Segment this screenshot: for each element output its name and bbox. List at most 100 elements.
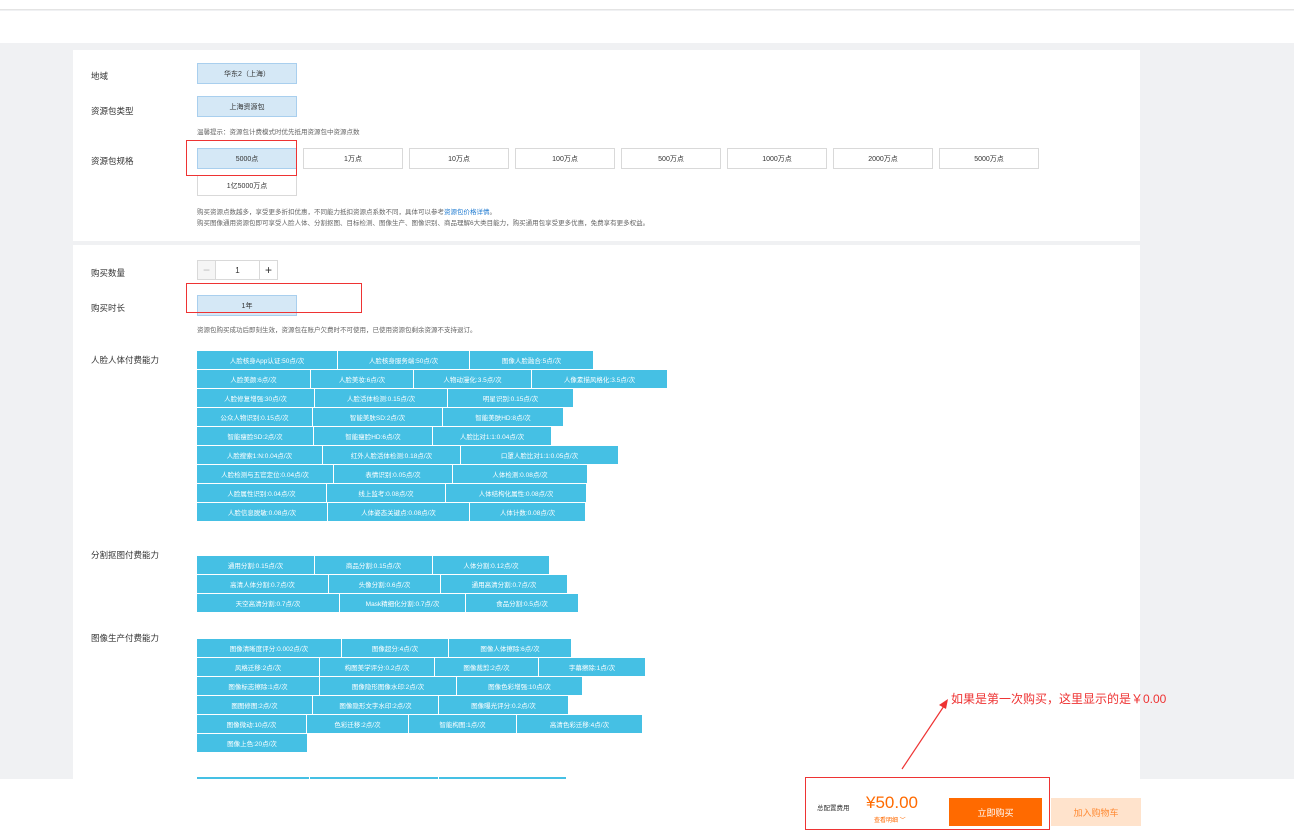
capability-tag: 线上监考:0.08点/次 xyxy=(327,484,446,502)
capability-tag: 天空高清分割:0.7点/次 xyxy=(197,594,340,612)
capability-tag: 红外人脸活体检测:0.18点/次 xyxy=(323,446,461,464)
capability-tag: 智能美肤HD:8点/次 xyxy=(443,408,564,426)
capability-tag: 公众人物识别:0.15点/次 xyxy=(197,408,313,426)
capability-tag: 人脸美颜:6点/次 xyxy=(197,370,311,388)
gen-group-label: 图像生产付费能力 xyxy=(91,633,160,643)
capability-tag: 人脸美妆:6点/次 xyxy=(311,370,414,388)
spec-option-2000w[interactable]: 2000万点 xyxy=(833,148,933,169)
capability-tag: 人脸信息脱敏:0.08点/次 xyxy=(197,503,328,521)
price-details-link[interactable]: 资源包价格详情 xyxy=(444,209,490,216)
spec-option-10w[interactable]: 10万点 xyxy=(409,148,509,169)
gen-row-1: 图像清晰度评分:0.002点/次 图像超分:4点/次 图像人体擦除:6点/次 xyxy=(197,639,572,657)
seg-row-2: 高清人体分割:0.7点/次 头像分割:0.6点/次 通用高清分割:0.7点/次 xyxy=(197,575,568,593)
face-row-5: 智能瘦脸SD:2点/次 智能瘦脸HD:6点/次 人脸比对1:1:0.04点/次 xyxy=(197,427,552,445)
capability-tag: 智能瘦脸HD:6点/次 xyxy=(314,427,433,445)
capability-tag: 表情识别:0.05点/次 xyxy=(334,465,453,483)
face-row-4: 公众人物识别:0.15点/次 智能美肤SD:2点/次 智能美肤HD:8点/次 xyxy=(197,408,564,426)
spec-note-1-prefix: 购买资源点数越多，享受更多折扣优惠，不同能力抵扣资源点系数不同，具体可以参考 xyxy=(197,209,444,216)
seg-row-1: 通用分割:0.15点/次 商品分割:0.15点/次 人体分割:0.12点/次 xyxy=(197,556,550,574)
capability-tag: 人脸核身App认证:50点/次 xyxy=(197,351,338,369)
capability-tag: 商品分割:0.15点/次 xyxy=(315,556,433,574)
face-row-3: 人脸修复增强:30点/次 人脸活体检测:0.15点/次 明星识别:0.15点/次 xyxy=(197,389,574,407)
spec-option-1w[interactable]: 1万点 xyxy=(303,148,403,169)
capability-tag: 口罩人脸比对1:1:0.05点/次 xyxy=(461,446,619,464)
capability-tag: 图像微动:10点/次 xyxy=(197,715,307,733)
capability-tag: 通用分割:0.15点/次 xyxy=(197,556,315,574)
duration-hint: 资源包购买成功后即刻生效，资源包在账户欠费时不可使用，已使用资源包剩余资源不支持… xyxy=(197,327,477,334)
pkg-type-label: 资源包类型 xyxy=(91,106,134,116)
pkg-type-hint: 温馨提示：资源包计费模式时优先抵用资源包中资源点数 xyxy=(197,129,360,136)
capability-tag: 高清色彩迁移:4点/次 xyxy=(517,715,643,733)
seg-row-3: 天空高清分割:0.7点/次 Mask精细化分割:0.7点/次 食品分割:0.5点… xyxy=(197,594,579,612)
capability-tag: 人像素描风格化:3.5点/次 xyxy=(532,370,668,388)
capability-tag: 字幕擦除:1点/次 xyxy=(539,658,646,676)
gen-row-3: 图像标志擦除:1点/次 图像隐形图像水印:2点/次 图像色彩增强:10点/次 xyxy=(197,677,583,695)
face-row-9: 人脸信息脱敏:0.08点/次 人体姿态关键点:0.08点/次 人体计数:0.08… xyxy=(197,503,586,521)
region-option-selected[interactable]: 华东2（上海） xyxy=(197,63,297,84)
spec-note-1: 购买资源点数越多，享受更多折扣优惠，不同能力抵扣资源点系数不同，具体可以参考资源… xyxy=(197,206,496,216)
capability-tag: 人脸活体检测:0.15点/次 xyxy=(315,389,448,407)
gen-row-5: 图像微动:10点/次 色彩迁移:2点/次 智能构图:1点/次 高清色彩迁移:4点… xyxy=(197,715,643,733)
capability-tag: 通用高清分割:0.7点/次 xyxy=(441,575,568,593)
capability-tag: 明星识别:0.15点/次 xyxy=(448,389,574,407)
capability-tag: 人脸修复增强:30点/次 xyxy=(197,389,315,407)
capability-tag: 人体分割:0.12点/次 xyxy=(433,556,550,574)
capability-tag: 构图美学评分:0.2点/次 xyxy=(320,658,435,676)
capability-tag: 人体结构化属性:0.08点/次 xyxy=(446,484,587,502)
region-label: 地域 xyxy=(91,71,109,81)
capability-tag: 图像上色:20点/次 xyxy=(197,734,308,752)
capability-tag: 头像分割:0.6点/次 xyxy=(329,575,441,593)
spec-option-500w[interactable]: 500万点 xyxy=(621,148,721,169)
spec-note-2: 购买图像通用资源包即可享受人脸人体、分割抠图、目标检测、图像生产、图像识别、商品… xyxy=(197,220,650,227)
capability-tag: 智能瘦脸SD:2点/次 xyxy=(197,427,314,445)
spec-option-100w[interactable]: 100万点 xyxy=(515,148,615,169)
capability-tag: 图像裁剪:2点/次 xyxy=(435,658,539,676)
minus-button[interactable]: − xyxy=(198,261,216,279)
pkg-spec-label: 资源包规格 xyxy=(91,156,134,166)
capability-tag: 食品分割:0.5点/次 xyxy=(466,594,579,612)
duration-label: 购买时长 xyxy=(91,303,126,313)
capability-tag: 人体计数:0.08点/次 xyxy=(470,503,586,521)
capability-tag: 人物动漫化:3.5点/次 xyxy=(414,370,532,388)
package-config-card: 地域 华东2（上海） 资源包类型 上海资源包 温馨提示：资源包计费模式时优先抵用… xyxy=(73,50,1140,241)
gen-row-4: 图图修图:2点/次 图像隐形文字水印:2点/次 图像曝光评分:0.2点/次 xyxy=(197,696,569,714)
face-group-label: 人脸人体付费能力 xyxy=(91,355,160,365)
capability-tag: 色彩迁移:2点/次 xyxy=(307,715,409,733)
add-to-cart-button[interactable]: 加入购物车 xyxy=(1051,798,1141,826)
gen-row-2: 风格迁移:2点/次 构图美学评分:0.2点/次 图像裁剪:2点/次 字幕擦除:1… xyxy=(197,658,646,676)
capability-tag: 图像超分:4点/次 xyxy=(342,639,449,657)
spec-highlight-box xyxy=(186,140,297,176)
capability-tag: 人脸检测与五官定位:0.04点/次 xyxy=(197,465,334,483)
spec-option-1000w[interactable]: 1000万点 xyxy=(727,148,827,169)
capability-tag: 人体检测:0.08点/次 xyxy=(453,465,588,483)
face-row-1: 人脸核身App认证:50点/次 人脸核身服务端:50点/次 图像人脸融合:5点/… xyxy=(197,351,594,369)
duration-highlight-box xyxy=(186,283,362,313)
price-highlight-box xyxy=(805,777,1050,830)
quantity-label: 购买数量 xyxy=(91,268,126,278)
face-row-7: 人脸检测与五官定位:0.04点/次 表情识别:0.05点/次 人体检测:0.08… xyxy=(197,465,588,483)
plus-button[interactable]: + xyxy=(259,261,277,279)
quantity-value[interactable]: 1 xyxy=(216,261,259,279)
capability-tag: Mask精细化分割:0.7点/次 xyxy=(340,594,466,612)
annotation-text: 如果是第一次购买，这里显示的是￥0.00 xyxy=(951,692,1167,706)
capability-tag: 高清人体分割:0.7点/次 xyxy=(197,575,329,593)
capability-tag: 人脸属性识别:0.04点/次 xyxy=(197,484,327,502)
spec-option-5000w[interactable]: 5000万点 xyxy=(939,148,1039,169)
annotation-arrow xyxy=(901,699,948,770)
capability-tag: 图像标志擦除:1点/次 xyxy=(197,677,320,695)
gen-row-6: 图像上色:20点/次 xyxy=(197,734,308,752)
capability-tag: 图像曝光评分:0.2点/次 xyxy=(439,696,569,714)
capability-tag: 图像隐形文字水印:2点/次 xyxy=(313,696,439,714)
capability-tag: 图像人脸融合:5点/次 xyxy=(470,351,594,369)
seg-group-label: 分割抠图付费能力 xyxy=(91,550,160,560)
capability-tag: 图像人体擦除:6点/次 xyxy=(449,639,572,657)
capability-tag: 人脸核身服务端:50点/次 xyxy=(338,351,470,369)
capability-tag: 风格迁移:2点/次 xyxy=(197,658,320,676)
quantity-stepper[interactable]: − 1 + xyxy=(197,260,278,280)
spec-option-1yi5000w[interactable]: 1亿5000万点 xyxy=(197,175,297,196)
capability-tag: 人脸比对1:1:0.04点/次 xyxy=(433,427,552,445)
pkg-type-option-selected[interactable]: 上海资源包 xyxy=(197,96,297,117)
header-spacer xyxy=(0,11,1294,43)
spec-note-1-suffix: 。 xyxy=(489,209,497,216)
capability-tag: 人体姿态关键点:0.08点/次 xyxy=(328,503,470,521)
